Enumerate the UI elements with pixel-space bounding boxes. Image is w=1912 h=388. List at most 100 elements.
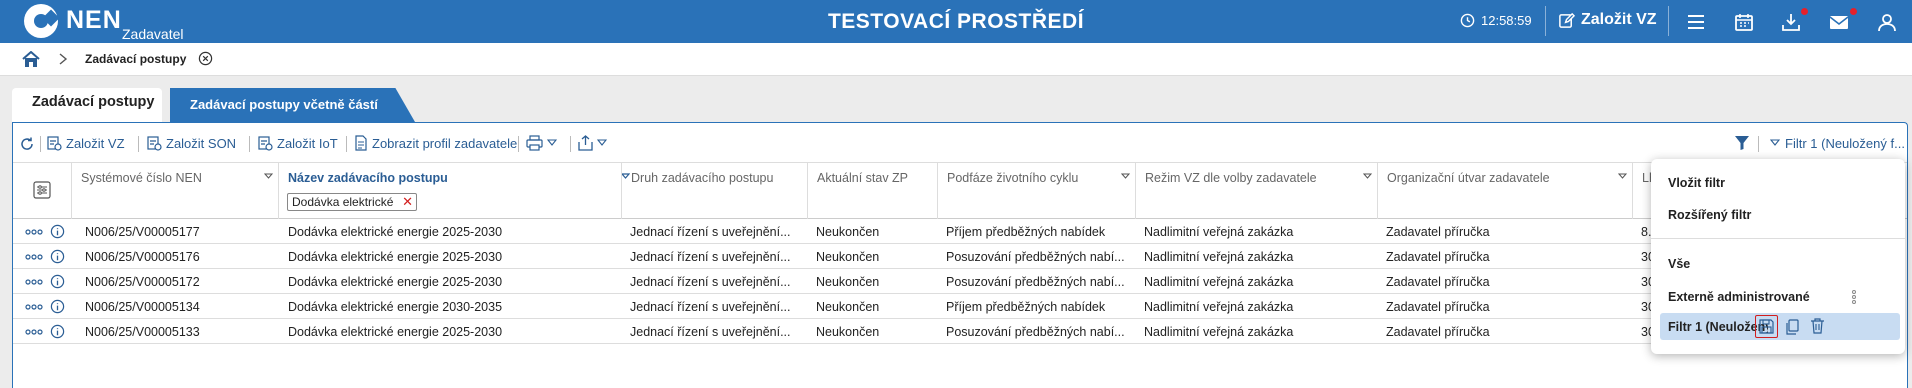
- create-iot-icon: [258, 136, 273, 151]
- tab-zadavaci-postupy-vcetne-casti[interactable]: Zadávací postupy včetně částí: [170, 88, 415, 122]
- download-notification-dot: [1801, 8, 1808, 15]
- user-icon[interactable]: [1876, 11, 1898, 33]
- column-header-stav[interactable]: Aktuální stav ZP: [807, 163, 937, 219]
- info-icon[interactable]: [50, 299, 65, 314]
- cell-podfaze: Příjem předběžných nabídek: [946, 225, 1106, 239]
- cell-rezim: Nadlimitní veřejná zakázka: [1144, 300, 1294, 314]
- mail-notification-dot: [1850, 8, 1857, 15]
- brand-name: NEN: [66, 6, 122, 34]
- copy-icon[interactable]: [1785, 319, 1800, 335]
- more-actions-icon[interactable]: [25, 329, 43, 335]
- create-iot-label: Založit IoT: [277, 135, 338, 151]
- new-vz-button[interactable]: Založit VZ: [1558, 11, 1657, 29]
- column-header-label: Podfáze životního cyklu: [947, 171, 1079, 185]
- edit-icon: [1559, 12, 1575, 28]
- brand-subtitle: Zadavatel: [122, 26, 184, 42]
- table-row[interactable]: N006/25/V00005172 Dodávka elektrické ener…: [13, 269, 1669, 294]
- save-filter-button[interactable]: [1755, 315, 1778, 338]
- table-row[interactable]: N006/25/V00005177 Dodávka elektrické ener…: [13, 219, 1665, 244]
- session-timer: 12:58:59: [1460, 13, 1532, 28]
- info-icon[interactable]: [50, 274, 65, 289]
- cell-nazev: Dodávka elektrické energie 2025-2030: [288, 250, 503, 264]
- share-icon: [578, 135, 593, 151]
- refresh-icon[interactable]: [19, 136, 35, 152]
- column-header-podfaze[interactable]: Podfáze životního cyklu: [937, 163, 1135, 219]
- cell-cislo: N006/25/V00005177: [85, 225, 200, 239]
- trash-icon[interactable]: [1810, 318, 1825, 334]
- cell-stav: Neukončen: [816, 325, 880, 339]
- cell-stav: Neukončen: [816, 275, 880, 289]
- top-bar: NEN Zadavatel TESTOVACÍ PROSTŘEDÍ 12:58:…: [0, 0, 1912, 43]
- cell-stav: Neukončen: [816, 250, 880, 264]
- table-row[interactable]: N006/25/V00005134 Dodávka elektrické ener…: [13, 294, 1669, 319]
- column-settings-icon[interactable]: [33, 181, 51, 199]
- more-actions-icon[interactable]: [25, 279, 43, 285]
- column-header-cislo[interactable]: Systémové číslo NEN: [71, 163, 278, 219]
- drag-handle-icon[interactable]: [1851, 289, 1857, 305]
- create-vz-label: Založit VZ: [66, 135, 125, 151]
- create-vz-button[interactable]: Založit VZ: [46, 135, 125, 151]
- menu-item-insert-filter[interactable]: Vložit filtr: [1668, 176, 1725, 190]
- breadcrumb-current: Zadávací postupy: [85, 52, 187, 66]
- mail-icon[interactable]: [1828, 11, 1850, 33]
- info-icon[interactable]: [50, 224, 65, 239]
- show-profile-button[interactable]: Zobrazit profil zadavatele: [354, 135, 517, 151]
- grid-panel: Založit VZ Založit SON Založit IoT Zobra…: [12, 122, 1908, 388]
- menu-item-advanced-filter[interactable]: Rozšířený filtr: [1668, 208, 1751, 222]
- cell-cislo: N006/25/V00005172: [85, 275, 200, 289]
- show-profile-label: Zobrazit profil zadavatele: [372, 135, 518, 151]
- cell-stav: Neukončen: [816, 300, 880, 314]
- print-menu-button[interactable]: [526, 135, 557, 151]
- column-filter-icon[interactable]: [1618, 173, 1627, 180]
- column-filter-icon[interactable]: [264, 173, 273, 180]
- calendar-icon[interactable]: [1733, 11, 1755, 33]
- cell-utvar: Zadavatel příručka: [1386, 275, 1490, 289]
- home-icon[interactable]: [22, 51, 40, 68]
- chevron-down-icon: [597, 139, 607, 146]
- filter-dropdown-menu: Vložit filtr Rozšířený filtr Vše Externě…: [1651, 159, 1905, 354]
- column-header-label: Druh zadávacího postupu: [631, 171, 774, 185]
- cell-druh: Jednací řízení s uveřejnění...: [630, 275, 791, 289]
- clear-filter-icon[interactable]: ✕: [402, 194, 413, 210]
- cell-druh: Jednací řízení s uveřejnění...: [630, 250, 791, 264]
- cell-podfaze: Posuzování předběžných nabí...: [946, 250, 1125, 264]
- filter-chip-text: Dodávka elektrické: [292, 195, 394, 209]
- table-row[interactable]: N006/25/V00005176 Dodávka elektrické ener…: [13, 244, 1669, 269]
- menu-item-filter1[interactable]: Filtr 1 (Neuložený f: [1660, 313, 1900, 340]
- nen-logo[interactable]: [24, 4, 60, 38]
- menu-item-all[interactable]: Vše: [1668, 257, 1690, 271]
- column-header-label: Název zadávacího postupu: [288, 171, 448, 185]
- filter-icon[interactable]: [1734, 135, 1750, 151]
- menu-icon[interactable]: [1685, 11, 1707, 33]
- column-header-utvar[interactable]: Organizační útvar zadavatele: [1377, 163, 1632, 219]
- chevron-right-icon: [59, 53, 68, 65]
- column-filter-icon[interactable]: [1363, 173, 1372, 180]
- column-header-nazev[interactable]: Název zadávacího postupu Dodávka elektri…: [278, 163, 635, 219]
- column-filter-chip[interactable]: Dodávka elektrické ✕: [287, 193, 417, 211]
- active-filter-label[interactable]: Filtr 1 (Neuložený f...: [1785, 136, 1905, 151]
- create-iot-button[interactable]: Založit IoT: [257, 135, 338, 151]
- menu-item-externally-administered[interactable]: Externě administrované: [1668, 290, 1810, 304]
- column-header-druh[interactable]: Druh zadávacího postupu: [621, 163, 807, 219]
- grid-header: Systémové číslo NEN Název zadávacího pos…: [13, 163, 1907, 219]
- create-son-button[interactable]: Založit SON: [146, 135, 236, 151]
- more-actions-icon[interactable]: [25, 254, 43, 260]
- column-header-rezim[interactable]: Režim VZ dle volby zadavatele: [1135, 163, 1377, 219]
- more-actions-icon[interactable]: [25, 229, 43, 235]
- create-son-label: Založit SON: [166, 135, 237, 151]
- filter1-label: Filtr 1 (Neuložený f: [1668, 320, 1768, 334]
- info-icon[interactable]: [50, 324, 65, 339]
- table-row[interactable]: N006/25/V00005133 Dodávka elektrické ener…: [13, 319, 1669, 344]
- download-icon[interactable]: [1780, 11, 1802, 33]
- filter-chevron-icon[interactable]: [1770, 139, 1780, 147]
- cell-utvar: Zadavatel příručka: [1386, 300, 1490, 314]
- column-header-label: Aktuální stav ZP: [817, 171, 909, 185]
- cell-rezim: Nadlimitní veřejná zakázka: [1144, 250, 1294, 264]
- cell-rezim: Nadlimitní veřejná zakázka: [1144, 225, 1294, 239]
- close-icon[interactable]: [198, 51, 213, 66]
- tab-zadavaci-postupy[interactable]: Zadávací postupy: [12, 88, 162, 122]
- more-actions-icon[interactable]: [25, 304, 43, 310]
- export-menu-button[interactable]: [578, 135, 607, 151]
- column-filter-icon[interactable]: [1121, 173, 1130, 180]
- info-icon[interactable]: [50, 249, 65, 264]
